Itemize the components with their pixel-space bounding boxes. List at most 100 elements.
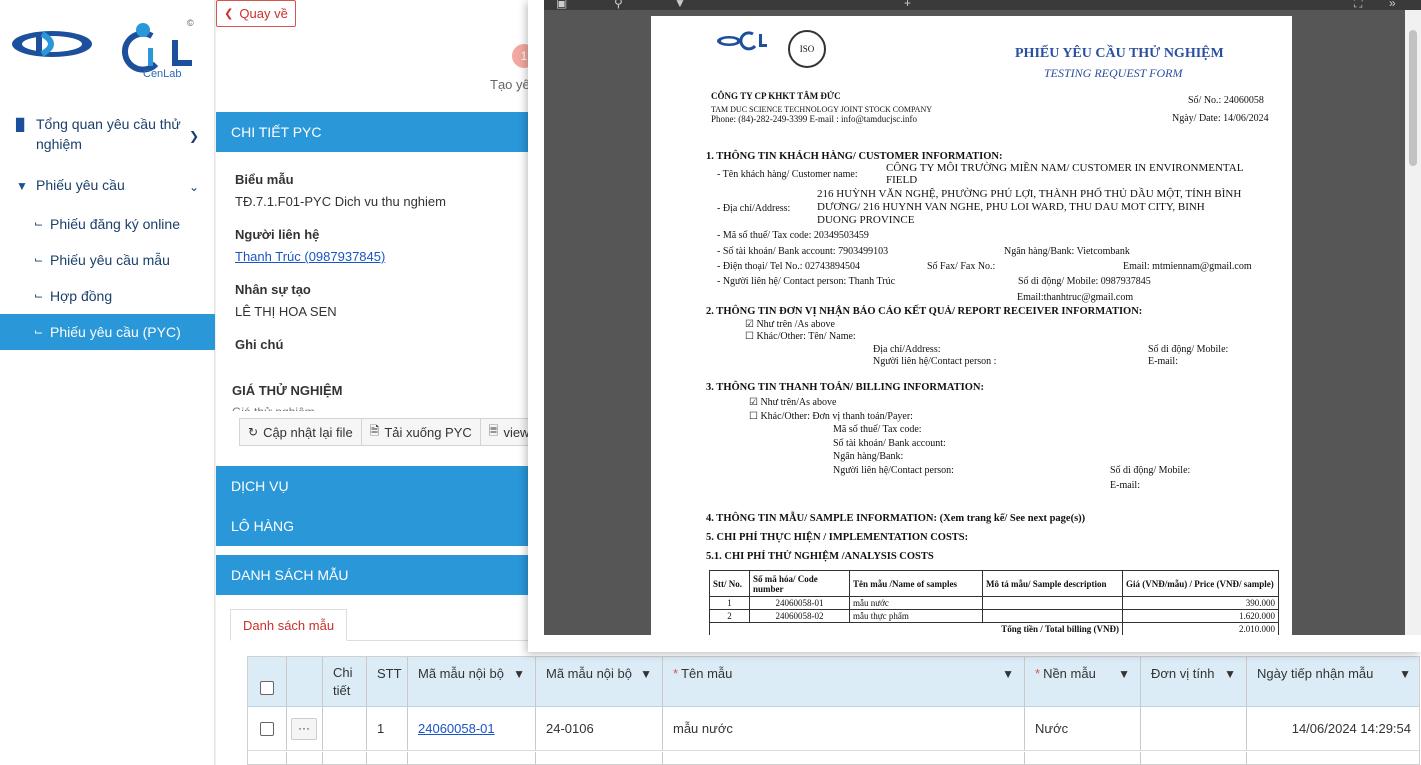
zoom-in-icon[interactable]: +: [904, 0, 911, 10]
row-cell: [1025, 752, 1141, 764]
sidebar-item-label: Phiếu yêu cầu mẫu: [50, 252, 170, 268]
reload-file-button[interactable]: ↻ Cập nhật lại file: [239, 418, 362, 446]
filter-icon[interactable]: ▼: [1002, 667, 1014, 681]
row-sample-name: mẫu nước: [663, 707, 1025, 750]
row-detail-cell: [323, 707, 367, 750]
table-row[interactable]: [248, 752, 1419, 764]
col-internal-code[interactable]: Mã mẫu nội bộ ▼: [536, 657, 663, 706]
row-cell: [323, 752, 367, 764]
sidebar-item-overview[interactable]: ▉ Tổng quan yêu cầu thử nghiệm ❯: [0, 108, 215, 156]
row-code-link[interactable]: 24060058-01: [408, 707, 536, 750]
contact-link[interactable]: Thanh Trúc (0987937845): [235, 249, 517, 264]
cost-cell: mẫu thực phẩm: [849, 609, 983, 623]
col-received-date[interactable]: Ngày tiếp nhận mẫu ▼: [1247, 657, 1419, 706]
row-cell: [536, 752, 663, 764]
pdf-page: ISO PHIẾU YÊU CẦU THỬ NGHIỆM TESTING REQ…: [651, 16, 1292, 635]
billing-tax: Mã số thuế/ Tax code:: [833, 424, 922, 435]
sidebar-toggle-icon[interactable]: ▣: [556, 0, 567, 10]
customer-name-1: CÔNG TY MÔI TRƯỜNG MIỀN NAM/ CUSTOMER IN…: [886, 162, 1244, 174]
search-icon[interactable]: ⚲: [614, 0, 623, 10]
filter-icon[interactable]: ▼: [513, 667, 525, 681]
col-label: Mã mẫu nội bộ: [418, 666, 504, 681]
chevron-left-icon: ❮: [224, 8, 234, 20]
pdf-toolbar: ▣ ⚲ ▼ + ⛶ »: [544, 0, 1421, 10]
cost-cell: [982, 609, 1123, 623]
cost-table: Stt/ No. Số mã hóa/ Code number Tên mẫu …: [709, 570, 1279, 635]
section-samples-header[interactable]: DANH SÁCH MẪU: [216, 555, 536, 595]
customer-name-2: FIELD: [886, 174, 918, 186]
more-tools-icon[interactable]: »: [1389, 0, 1396, 10]
sidebar-item-label: Phiếu đăng ký online: [50, 216, 180, 232]
row-cell: [663, 752, 1025, 764]
back-button[interactable]: ❮ Quay về: [216, 0, 296, 27]
table-row[interactable]: ··· 1 24060058-01 24-0106 mẫu nước Nước …: [248, 707, 1419, 751]
select-all-checkbox[interactable]: [260, 680, 274, 695]
section-batch-header[interactable]: LÔ HÀNG: [216, 506, 536, 546]
corner-icon: ⌙: [34, 326, 44, 338]
col-unit[interactable]: Đơn vị tính ▼: [1141, 657, 1247, 706]
sidebar-item-pyc[interactable]: ⌙ Phiếu yêu cầu (PYC): [0, 314, 215, 350]
logo-copyright: ©: [187, 18, 194, 28]
receiver-mobile: Số di động/ Mobile:: [1148, 344, 1229, 355]
contact-email: Email:thanhtruc@gmail.com: [1017, 292, 1134, 303]
col-code[interactable]: Mã mẫu nội bộ ▼: [408, 657, 536, 706]
sidebar-item-contract[interactable]: ⌙ Hợp đồng: [0, 278, 215, 314]
sidebar-item-sample-request[interactable]: ⌙ Phiếu yêu cầu mẫu: [0, 242, 215, 278]
company-contact: Phone: (84)-282-249-3399 E-mail : info@t…: [711, 114, 917, 124]
document-logo: [717, 31, 767, 51]
tab-sample-list[interactable]: Danh sách mẫu: [230, 609, 348, 641]
mobile: Số di động/ Mobile: 0987937845: [1018, 276, 1151, 287]
cost-cell: [982, 596, 1123, 610]
receiver-as-above: ☑ Như trên /As above: [745, 319, 835, 330]
col-sample-name[interactable]: * Tên mẫu ▼: [663, 657, 1025, 706]
cost-cell: mẫu nước: [849, 596, 983, 610]
sidebar-item-label: Hợp đồng: [50, 288, 113, 304]
document-title: PHIẾU YÊU CẦU THỬ NGHIỆM: [1015, 46, 1224, 61]
billing-email: E-mail:: [1110, 480, 1140, 491]
col-label: Ngày tiếp nhận mẫu: [1257, 666, 1374, 681]
required-marker: *: [673, 666, 679, 681]
col-stt[interactable]: STT: [367, 657, 408, 706]
chevron-right-icon: ❯: [188, 129, 199, 143]
section-detail-header[interactable]: CHI TIẾT PYC: [216, 112, 536, 152]
view-label: view: [503, 424, 530, 440]
receiver-other: ☐ Khác/Other: Tên/ Name:: [745, 331, 856, 342]
customer-label: - Tên khách hàng/ Customer name:: [717, 169, 858, 180]
pdf-scrollbar[interactable]: [1405, 10, 1421, 635]
pdf-canvas[interactable]: ISO PHIẾU YÊU CẦU THỬ NGHIỆM TESTING REQ…: [544, 10, 1405, 635]
download-pyc-button[interactable]: 🗎 Tải xuống PYC: [360, 418, 481, 446]
col-detail[interactable]: Chi tiết: [323, 657, 367, 706]
sidebar-item-online-registration[interactable]: ⌙ Phiếu đăng ký online: [0, 206, 215, 242]
pdf-scrollbar-thumb[interactable]: [1409, 30, 1417, 166]
section-5-title: 5. CHI PHÍ THỰC HIỆN / IMPLEMENTATION CO…: [706, 532, 969, 543]
row-internal-code: 24-0106: [536, 707, 663, 750]
logo-text: CenLab: [143, 68, 182, 80]
chevron-down-icon: ⌄: [188, 180, 199, 194]
sidebar: CenLab © ▉ Tổng quan yêu cầu thử nghiệm …: [0, 0, 215, 765]
filter-icon[interactable]: ▼: [640, 667, 652, 681]
row-checkbox[interactable]: [260, 721, 274, 736]
filter-icon[interactable]: ▼: [1399, 667, 1411, 681]
action-toolbar: ↻ Cập nhật lại file 🗎 Tải xuống PYC 🗏 vi…: [239, 418, 539, 446]
filter-icon[interactable]: ▼: [1224, 667, 1236, 681]
price-section-title: GIÁ THỬ NGHIỆM: [232, 383, 343, 398]
price-subtitle: Giá thử nghiệm: [232, 405, 432, 411]
sidebar-item-requests[interactable]: ▼ Phiếu yêu cầu ⌄: [0, 169, 215, 202]
section-services-header[interactable]: DỊCH VỤ: [216, 466, 536, 506]
col-matrix[interactable]: * Nền mẫu ▼: [1025, 657, 1141, 706]
row-cell: [287, 752, 323, 764]
billing-bank: Ngân hàng/Bank:: [833, 451, 904, 462]
section-5-1-title: 5.1. CHI PHÍ THỬ NGHIỆM /ANALYSIS COSTS: [706, 551, 934, 562]
company-logo[interactable]: CenLab ©: [12, 18, 202, 88]
more-actions-button[interactable]: ···: [291, 717, 317, 740]
row-cell: [367, 752, 408, 764]
template-value: TĐ.7.1.F01-PYC Dich vu thu nghiem: [235, 194, 446, 209]
col-label: Tên mẫu: [681, 666, 733, 681]
sidebar-item-label: Tổng quan yêu cầu thử nghiệm: [36, 116, 181, 152]
cost-row: 2 24060058-02 mẫu thực phẩm 1.620.000: [709, 609, 1279, 623]
phone: - Điện thoại/ Tel No.: 02743894504: [717, 261, 860, 272]
chevron-down-icon[interactable]: ▼: [674, 0, 686, 10]
filter-icon[interactable]: ▼: [1118, 667, 1130, 681]
pdf-file-icon: 🗏: [488, 423, 499, 438]
pdf-viewer-popup: ▣ ⚲ ▼ + ⛶ » ISO PHIẾU YÊU CẦU THỬ NGHIỆM…: [528, 0, 1421, 652]
